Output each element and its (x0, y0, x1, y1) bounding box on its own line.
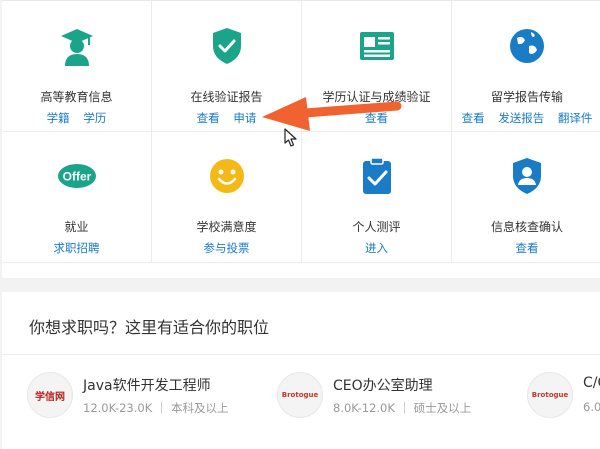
job-title[interactable]: C/C (583, 375, 600, 391)
service-online-report[interactable]: 在线验证报告 查看 申请 (152, 1, 302, 132)
link-enter[interactable]: 进入 (365, 241, 388, 255)
job-title[interactable]: CEO办公室助理 (333, 375, 433, 395)
service-title: 信息核查确认 (490, 220, 563, 234)
link-xueji[interactable]: 学籍 (47, 111, 70, 125)
link-view[interactable]: 查看 (516, 241, 539, 255)
link-translation[interactable]: 翻译件 (558, 111, 593, 125)
clipboard-check-icon (362, 157, 391, 194)
link-view[interactable]: 查看 (365, 111, 388, 125)
service-study-abroad-report[interactable]: 留学报告传输 查看 发送报告 翻译件 (452, 1, 600, 132)
user-shield-icon (513, 158, 541, 194)
service-school-satisfaction[interactable]: 学校满意度 参与投票 (152, 132, 302, 263)
job-card[interactable]: Brotogue CEO办公室助理 8.0K-12.0K ｜ 硕士及以上 (277, 372, 527, 428)
company-logo: Brotogue (277, 372, 323, 418)
job-detail: 12.0K-23.0K ｜ 本科及以上 (83, 401, 229, 415)
job-card[interactable]: Brotogue C/C 6.0 (527, 372, 600, 428)
job-card[interactable]: 学信网 Java软件开发工程师 12.0K-23.0K ｜ 本科及以上 (27, 372, 277, 428)
link-view[interactable]: 查看 (462, 111, 485, 125)
services-grid: 高等教育信息 学籍 学历 在线验证报告 查看 申请 学历认证与成绩验证 查看 留… (2, 0, 600, 278)
link-vote[interactable]: 参与投票 (204, 241, 250, 255)
service-degree-certification[interactable]: 学历认证与成绩验证 查看 (302, 1, 452, 132)
link-send-report[interactable]: 发送报告 (498, 111, 544, 125)
service-info-verification[interactable]: 信息核查确认 查看 (452, 132, 600, 263)
globe-icon (510, 29, 544, 63)
service-title: 学历认证与成绩验证 (322, 90, 431, 104)
job-title[interactable]: Java软件开发工程师 (83, 375, 211, 395)
divider (2, 354, 600, 355)
link-apply[interactable]: 申请 (233, 111, 256, 125)
service-title: 个人测评 (352, 220, 401, 234)
link-view[interactable]: 查看 (197, 111, 220, 125)
certificate-icon (359, 32, 394, 60)
service-higher-education[interactable]: 高等教育信息 学籍 学历 (2, 1, 152, 132)
service-personal-assessment[interactable]: 个人测评 进入 (302, 132, 452, 263)
service-employment[interactable]: Offer 就业 求职招聘 (2, 132, 152, 263)
job-detail: 8.0K-12.0K ｜ 硕士及以上 (333, 401, 472, 415)
link-xueli[interactable]: 学历 (83, 111, 106, 125)
mouse-cursor-icon (284, 128, 297, 147)
graduate-icon (60, 29, 93, 66)
job-detail: 6.0 (583, 400, 600, 414)
service-title: 留学报告传输 (490, 90, 563, 104)
service-title: 学校满意度 (196, 220, 257, 234)
smiley-icon (209, 159, 244, 193)
service-title: 高等教育信息 (40, 90, 113, 104)
service-title: 在线验证报告 (190, 90, 263, 104)
shield-check-icon (212, 28, 241, 64)
service-title: 就业 (64, 220, 89, 234)
company-logo: Brotogue (527, 372, 573, 418)
jobs-heading: 你想求职吗？这里有适合你的职位 (29, 318, 270, 337)
offer-badge-text: Offer (62, 170, 91, 184)
jobs-section: 你想求职吗？这里有适合你的职位 学信网 Java软件开发工程师 12.0K-23… (2, 292, 600, 449)
offer-icon: Offer (57, 164, 96, 188)
company-logo: 学信网 (27, 372, 73, 418)
link-job-search[interactable]: 求职招聘 (54, 241, 100, 255)
